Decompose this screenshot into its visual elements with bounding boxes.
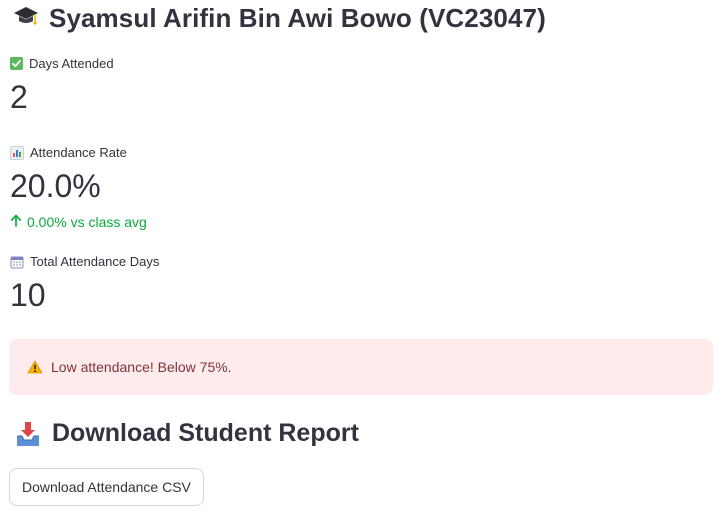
download-csv-button[interactable]: Download Attendance CSV xyxy=(9,468,204,506)
student-name: Syamsul Arifin Bin Awi Bowo (VC23047) xyxy=(49,3,546,33)
metric-delta: 0.00% vs class avg xyxy=(10,214,147,230)
download-section-title: Download Student Report xyxy=(16,419,359,448)
check-mark-icon xyxy=(10,57,23,70)
graduation-cap-icon xyxy=(13,4,39,33)
metric-total-attendance-days: Total Attendance Days 10 xyxy=(10,254,159,311)
alert-text: Low attendance! Below 75%. xyxy=(51,359,232,375)
section-heading: Download Student Report xyxy=(52,419,359,447)
metric-value: 10 xyxy=(10,277,46,313)
metric-value: 2 xyxy=(10,79,28,115)
low-attendance-alert: Low attendance! Below 75%. xyxy=(9,339,713,395)
page-title: Syamsul Arifin Bin Awi Bowo (VC23047) xyxy=(13,3,546,34)
metric-days-attended: Days Attended 2 xyxy=(10,56,114,113)
bar-chart-icon xyxy=(10,145,24,160)
metric-label: Total Attendance Days xyxy=(30,254,160,269)
arrow-up-icon xyxy=(10,214,22,230)
metric-value: 20.0% xyxy=(10,168,101,204)
metric-label: Days Attended xyxy=(29,56,114,71)
metric-attendance-rate: Attendance Rate 20.0% 0.00% vs class avg xyxy=(10,145,147,230)
metric-delta-text: 0.00% vs class avg xyxy=(27,214,147,230)
warning-icon xyxy=(27,360,43,374)
calendar-icon xyxy=(10,255,24,269)
metric-label: Attendance Rate xyxy=(30,145,127,160)
student-dashboard: Syamsul Arifin Bin Awi Bowo (VC23047) Da… xyxy=(0,0,723,522)
inbox-tray-icon xyxy=(16,421,40,447)
